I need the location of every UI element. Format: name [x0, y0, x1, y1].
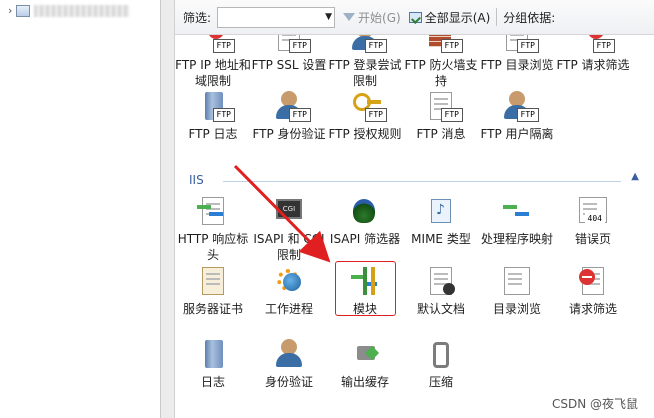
watermark: CSDN @夜飞鼠 — [551, 397, 638, 411]
annotation-arrow — [233, 164, 331, 263]
